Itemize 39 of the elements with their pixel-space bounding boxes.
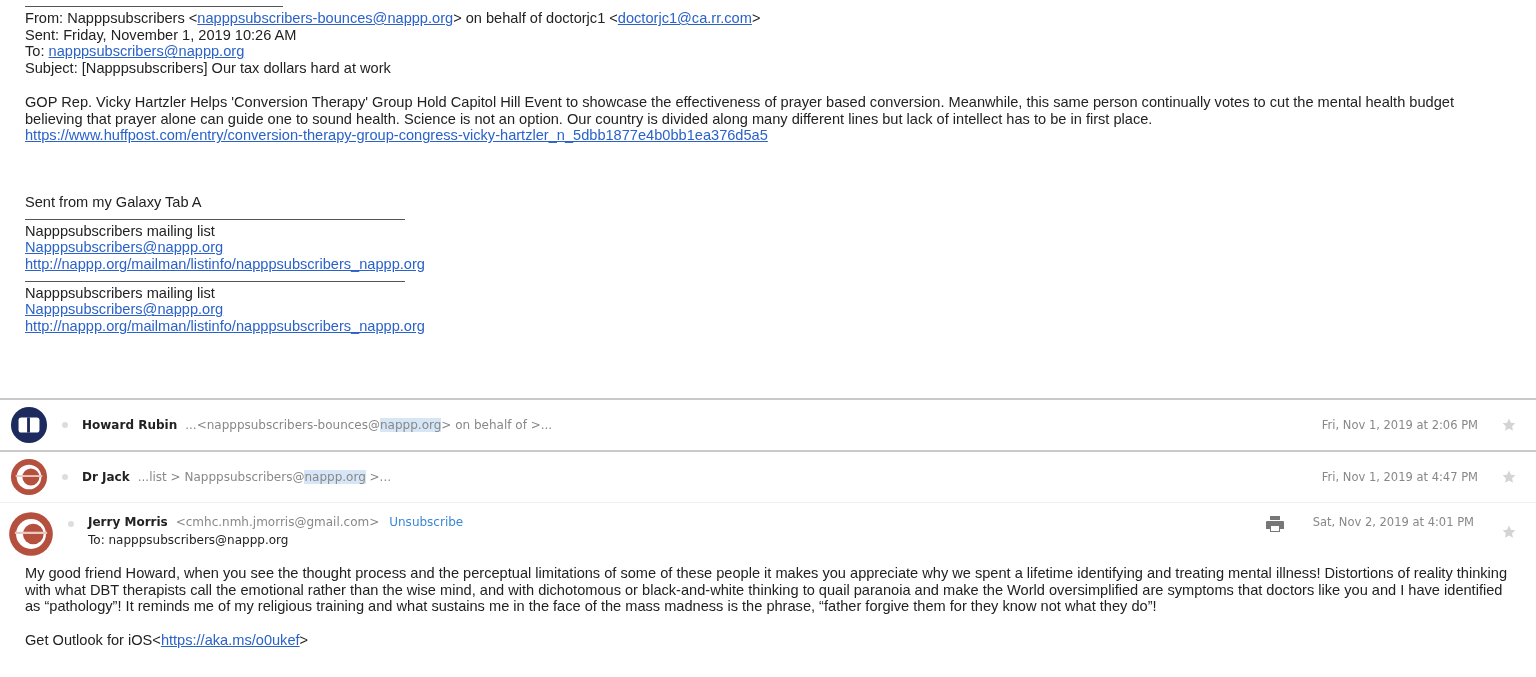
signature: Sent from my Galaxy Tab A bbox=[25, 193, 203, 211]
recipient-line: To: napppsubscribers@nappp.org bbox=[88, 533, 290, 547]
outlook-link[interactable]: https://aka.ms/o0ukef bbox=[160, 632, 300, 649]
header-line: To: napppsubscribers@nappp.org bbox=[25, 43, 246, 61]
sender-name: Dr Jack bbox=[82, 470, 130, 484]
unsubscribe-link[interactable]: Unsubscribe bbox=[389, 515, 464, 529]
sender-name: Jerry Morris bbox=[88, 515, 168, 529]
email-link[interactable]: Napppsubscribers@nappp.org bbox=[25, 301, 224, 318]
message-body: GOP Rep. Vicky Hartzler Helps 'Conversion Therapy' Group Hold Capitol Hill Event to showcase the effectiveness of prayer based conversion. Meanwhile, this same person continually votes to cut the mental health budget believing that prayer alone can guide one to sound health. Science is not an option. Our country is divided along many different lines but lack of intellect has to be in first place. https://www.huffpost.com/entry/conversion-therapy-group-congress-vicky-hartzler_n_5dbb1877e4b0bb1ea376d5a5 bbox=[25, 93, 1455, 144]
message-body: My good friend Howard, when you see the thought process and the perceptual limitations of some of these people it makes you appreciate why we spent a lifetime identifying and treating mental illness! Distortions of reality thinking with what DBT therapists call the emotional rather than the wise mind, and with dichotomous or black-and-white thinking to quail paranoia and make the World oversimplified are symptoms that doctors like you and I have identified as “pathology”! It reminds me of my religious training and what sustains me in the face of the mass madness is the phrase, “father forgive them for they know not what they do”! bbox=[25, 565, 1509, 616]
listinfo-link[interactable]: http://nappp.org/mailman/listinfo/napppsubscribers_nappp.org bbox=[25, 318, 425, 335]
message-snippet: ...list > Napppsubscribers@nappp.org >... bbox=[137, 470, 392, 484]
print-icon[interactable] bbox=[1264, 515, 1285, 533]
article-link[interactable]: https://www.huffpost.com/entry/conversion-therapy-group-congress-vicky-hartzler_n_5dbb1877e4b0bb1ea376d5a5 bbox=[25, 127, 768, 144]
avatar-icon bbox=[10, 458, 48, 496]
sender-email: <cmhc.nmh.jmorris@gmail.com> bbox=[175, 515, 380, 529]
email-link[interactable]: napppsubscribers@nappp.org bbox=[48, 43, 245, 60]
message-date: Sat, Nov 2, 2019 at 4:01 PM bbox=[1312, 515, 1474, 529]
header-line: From: Napppsubscribers <napppsubscribers-bounces@nappp.org> on behalf of doctorjc1 <doctorjc1@ca.rr.com> bbox=[25, 10, 762, 27]
star-icon[interactable] bbox=[1502, 418, 1516, 432]
message-row[interactable]: Dr Jack ...list > Napppsubscribers@nappp.org >... Fri, Nov 1, 2019 at 4:47 PM bbox=[0, 452, 1536, 503]
header-line: Subject: [Napppsubscribers] Our tax dollars hard at work bbox=[25, 60, 392, 77]
email-link[interactable]: Napppsubscribers@nappp.org bbox=[25, 239, 224, 256]
email-link[interactable]: napppsubscribers-bounces@nappp.org bbox=[197, 10, 454, 26]
message-date: Fri, Nov 1, 2019 at 2:06 PM bbox=[1321, 418, 1478, 432]
mailing-list-title: Napppsubscribers mailing list bbox=[25, 284, 216, 302]
listinfo-link[interactable]: http://nappp.org/mailman/listinfo/napppsubscribers_nappp.org bbox=[25, 256, 425, 273]
message-snippet: ...<napppsubscribers-bounces@nappp.org> on behalf of >... bbox=[185, 418, 553, 432]
header-line: Sent: Friday, November 1, 2019 10:26 AM bbox=[25, 26, 298, 44]
outlook-signature: Get Outlook for iOS<https://aka.ms/o0ukef> bbox=[25, 632, 310, 649]
sender-name: Howard Rubin bbox=[82, 418, 178, 432]
message-date: Fri, Nov 1, 2019 at 4:47 PM bbox=[1321, 470, 1478, 484]
avatar-icon bbox=[8, 511, 54, 557]
email-link[interactable]: doctorjc1@ca.rr.com bbox=[617, 10, 752, 26]
message-row[interactable]: Howard Rubin ...<napppsubscribers-bounces@nappp.org> on behalf of >... Fri, Nov 1, 2019 at 2:06 PM bbox=[0, 400, 1536, 452]
star-icon[interactable] bbox=[1502, 470, 1516, 484]
avatar-icon bbox=[10, 406, 48, 444]
star-icon[interactable] bbox=[1502, 525, 1516, 539]
mailing-list-title: Napppsubscribers mailing list bbox=[25, 222, 216, 240]
